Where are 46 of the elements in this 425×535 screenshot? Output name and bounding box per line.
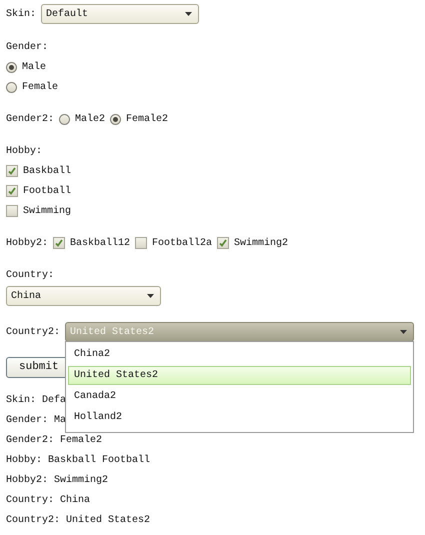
result-line: Hobby: Baskball Football (6, 454, 150, 468)
radio-button[interactable] (6, 62, 17, 72)
checkbox-label: Baskball (23, 166, 72, 176)
result-line: Gender: Ma (6, 414, 66, 428)
caret-icon (147, 294, 154, 298)
result-line: Gender2: Female2 (6, 434, 102, 448)
dropdown-option[interactable]: Canada2 (68, 387, 412, 406)
check-icon (8, 167, 16, 175)
result-line: Country: China (6, 494, 90, 508)
checkbox[interactable] (53, 237, 66, 249)
radio-button[interactable] (6, 82, 17, 92)
dropdown[interactable]: Default (41, 4, 200, 24)
check-icon (8, 187, 16, 195)
radio-label: Male (22, 62, 46, 72)
field-label: Country2: (6, 326, 60, 338)
checkbox-label: Swimming2 (234, 238, 288, 248)
dropdown[interactable]: China (6, 286, 161, 306)
field-label: Gender: (6, 42, 48, 52)
caret-icon (185, 12, 192, 16)
result-line: Country2: United States2 (6, 514, 150, 528)
radio-button[interactable] (110, 114, 122, 124)
dropdown-option[interactable]: United States2 (68, 366, 412, 385)
checkbox-label: Swimming (23, 206, 72, 216)
checkbox-label: Baskball12 (70, 238, 130, 248)
result-line: Hobby2: Swimming2 (6, 474, 108, 488)
checkbox[interactable] (135, 237, 148, 249)
checkbox[interactable] (6, 205, 18, 217)
radio-label: Female (22, 82, 58, 92)
caret-icon (400, 330, 408, 334)
field-label: Hobby: (6, 146, 42, 156)
dropdown-option[interactable]: Holland2 (68, 408, 412, 427)
checkbox-label: Football (23, 186, 72, 196)
checkbox[interactable] (6, 165, 18, 177)
radio-button[interactable] (59, 114, 70, 124)
checkbox[interactable] (6, 185, 18, 197)
field-label: Hobby2: (6, 238, 48, 248)
checkbox-label: Football2a (152, 238, 212, 248)
radio-label: Female2 (126, 114, 168, 124)
checkbox[interactable] (217, 237, 230, 249)
field-label: Country: (6, 270, 54, 280)
field-label: Skin: (6, 8, 36, 20)
check-icon (219, 239, 228, 247)
field-label: Gender2: (6, 114, 54, 124)
check-icon (55, 239, 64, 247)
radio-label: Male2 (75, 114, 106, 124)
result-line: Skin: Defa (6, 394, 66, 408)
